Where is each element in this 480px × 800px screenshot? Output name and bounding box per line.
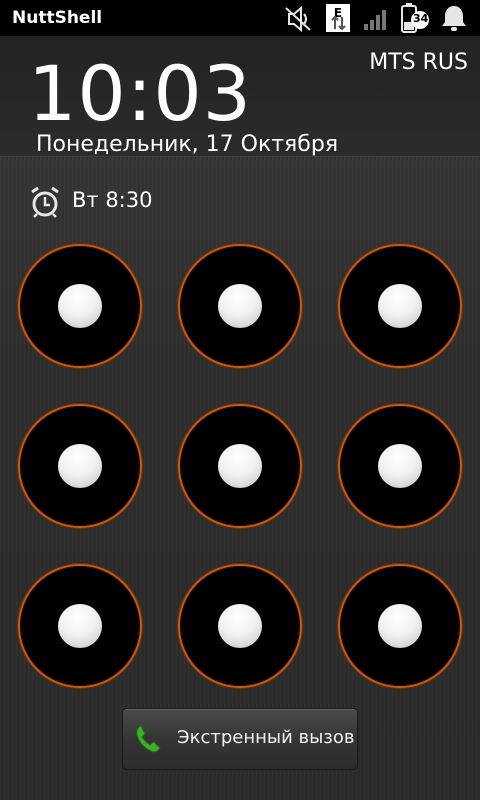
pattern-dot-knob [378,444,422,488]
pattern-dot-1[interactable] [20,246,140,366]
pattern-dot-knob [218,284,262,328]
pattern-dot-3[interactable] [340,246,460,366]
pattern-dot-5[interactable] [180,406,300,526]
pattern-dot-knob [378,604,422,648]
pattern-dot-4[interactable] [20,406,140,526]
status-app-name: NuttShell [12,8,103,28]
pattern-dot-knob [218,604,262,648]
alarm-clock-icon [30,186,60,218]
pattern-dot-6[interactable] [340,406,460,526]
status-bar: NuttShell E 34 [0,0,480,36]
notification-bell-icon [440,4,468,32]
pattern-dot-2[interactable] [180,246,300,366]
alarm-time: Вт 8:30 [72,188,153,212]
emergency-call-button[interactable]: Экстренный вызов [122,708,358,770]
sound-muted-icon [284,6,312,32]
pattern-dot-knob [378,284,422,328]
emergency-call-label: Экстренный вызов [177,727,355,748]
pattern-dot-knob [58,444,102,488]
pattern-dot-knob [218,444,262,488]
pattern-dot-knob [58,284,102,328]
signal-icon [364,8,390,30]
date-label: Понедельник, 17 Октября [36,132,339,157]
operator-name: MTS RUS [369,50,468,75]
phone-icon [133,723,165,755]
pattern-dot-7[interactable] [20,566,140,686]
clock-time: 10:03 [28,49,253,138]
pattern-dot-9[interactable] [340,566,460,686]
battery-level: 34 [413,12,429,25]
pattern-dot-8[interactable] [180,566,300,686]
data-transfer-icon: E [326,4,350,32]
pattern-dot-knob [58,604,102,648]
